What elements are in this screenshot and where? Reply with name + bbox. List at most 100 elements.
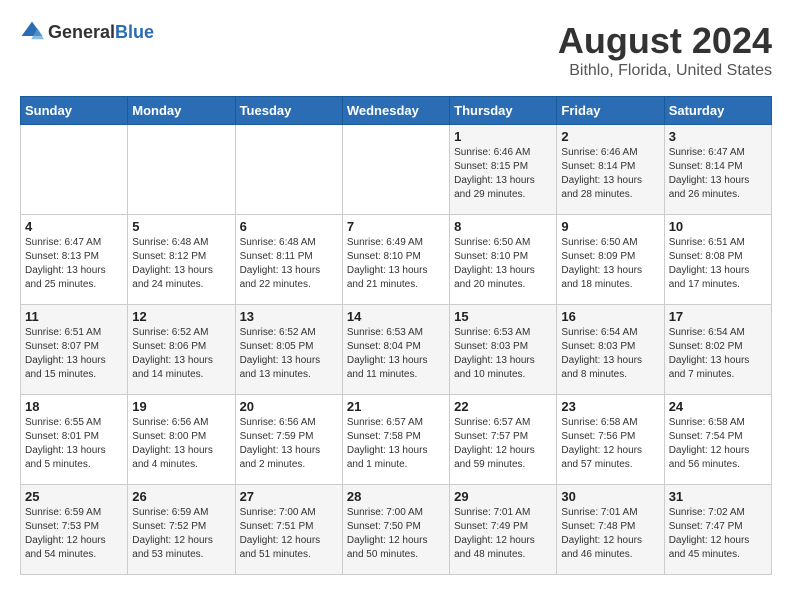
day-cell: 27 Sunrise: 7:00 AM Sunset: 7:51 PM Dayli…	[235, 485, 342, 575]
day-number: 14	[347, 309, 445, 324]
calendar-body: 1 Sunrise: 6:46 AM Sunset: 8:15 PM Daylig…	[21, 125, 772, 575]
day-info: Sunrise: 6:51 AM Sunset: 8:07 PM Dayligh…	[25, 326, 123, 382]
day-number: 13	[240, 309, 338, 324]
day-info: Sunrise: 6:47 AM Sunset: 8:13 PM Dayligh…	[25, 236, 123, 292]
day-cell: 8Sunrise: 6:50 AM Sunset: 8:10 PM Daylig…	[450, 215, 557, 305]
day-cell: 19 Sunrise: 6:56 AM Sunset: 8:00 PM Dayli…	[128, 395, 235, 485]
title-section: August 2024 Bithlo, Florida, United Stat…	[558, 20, 772, 80]
week-row-3: 11 Sunrise: 6:51 AM Sunset: 8:07 PM Dayli…	[21, 305, 772, 395]
day-info: Sunrise: 6:46 AM Sunset: 8:14 PM Dayligh…	[561, 146, 659, 202]
day-info: Sunrise: 6:56 AM Sunset: 7:59 PM Dayligh…	[240, 416, 338, 472]
day-cell: 22 Sunrise: 6:57 AM Sunset: 7:57 PM Dayli…	[450, 395, 557, 485]
day-cell: 21 Sunrise: 6:57 AM Sunset: 7:58 PM Dayli…	[342, 395, 449, 485]
day-number: 10	[669, 219, 767, 234]
day-number: 28	[347, 489, 445, 504]
day-cell: 14 Sunrise: 6:53 AM Sunset: 8:04 PM Dayli…	[342, 305, 449, 395]
day-info: Sunrise: 6:52 AM Sunset: 8:06 PM Dayligh…	[132, 326, 230, 382]
day-number: 24	[669, 399, 767, 414]
header-monday: Monday	[128, 97, 235, 125]
day-number: 15	[454, 309, 552, 324]
day-cell: 12Sunrise: 6:52 AM Sunset: 8:06 PM Dayli…	[128, 305, 235, 395]
day-info: Sunrise: 6:48 AM Sunset: 8:12 PM Dayligh…	[132, 236, 230, 292]
day-cell: 9Sunrise: 6:50 AM Sunset: 8:09 PM Daylig…	[557, 215, 664, 305]
day-cell: 15 Sunrise: 6:53 AM Sunset: 8:03 PM Dayli…	[450, 305, 557, 395]
day-number: 11	[25, 309, 123, 324]
day-info: Sunrise: 6:53 AM Sunset: 8:03 PM Dayligh…	[454, 326, 552, 382]
logo: GeneralBlue	[20, 20, 154, 44]
page-header: GeneralBlue August 2024 Bithlo, Florida,…	[20, 20, 772, 80]
day-info: Sunrise: 6:59 AM Sunset: 7:52 PM Dayligh…	[132, 506, 230, 562]
header-tuesday: Tuesday	[235, 97, 342, 125]
day-info: Sunrise: 6:59 AM Sunset: 7:53 PM Dayligh…	[25, 506, 123, 562]
day-number: 30	[561, 489, 659, 504]
day-number: 27	[240, 489, 338, 504]
day-number: 20	[240, 399, 338, 414]
day-number: 31	[669, 489, 767, 504]
day-cell: 16 Sunrise: 6:54 AM Sunset: 8:03 PM Dayli…	[557, 305, 664, 395]
day-number: 19	[132, 399, 230, 414]
header-row: Sunday Monday Tuesday Wednesday Thursday…	[21, 97, 772, 125]
day-cell: 30 Sunrise: 7:01 AM Sunset: 7:48 PM Dayli…	[557, 485, 664, 575]
day-info: Sunrise: 7:02 AM Sunset: 7:47 PM Dayligh…	[669, 506, 767, 562]
day-info: Sunrise: 6:57 AM Sunset: 7:57 PM Dayligh…	[454, 416, 552, 472]
day-cell: 3 Sunrise: 6:47 AM Sunset: 8:14 PM Daylig…	[664, 125, 771, 215]
day-cell: 17Sunrise: 6:54 AM Sunset: 8:02 PM Dayli…	[664, 305, 771, 395]
day-number: 21	[347, 399, 445, 414]
day-info: Sunrise: 6:52 AM Sunset: 8:05 PM Dayligh…	[240, 326, 338, 382]
day-info: Sunrise: 6:53 AM Sunset: 8:04 PM Dayligh…	[347, 326, 445, 382]
day-cell: 29Sunrise: 7:01 AM Sunset: 7:49 PM Dayli…	[450, 485, 557, 575]
day-cell: 25 Sunrise: 6:59 AM Sunset: 7:53 PM Dayli…	[21, 485, 128, 575]
day-number: 2	[561, 129, 659, 144]
day-info: Sunrise: 6:58 AM Sunset: 7:54 PM Dayligh…	[669, 416, 767, 472]
day-cell: 2 Sunrise: 6:46 AM Sunset: 8:14 PM Daylig…	[557, 125, 664, 215]
header-sunday: Sunday	[21, 97, 128, 125]
day-info: Sunrise: 7:00 AM Sunset: 7:51 PM Dayligh…	[240, 506, 338, 562]
day-info: Sunrise: 7:01 AM Sunset: 7:48 PM Dayligh…	[561, 506, 659, 562]
week-row-5: 25 Sunrise: 6:59 AM Sunset: 7:53 PM Dayli…	[21, 485, 772, 575]
day-cell: 6Sunrise: 6:48 AM Sunset: 8:11 PM Daylig…	[235, 215, 342, 305]
day-cell: 18Sunrise: 6:55 AM Sunset: 8:01 PM Dayli…	[21, 395, 128, 485]
day-info: Sunrise: 6:54 AM Sunset: 8:03 PM Dayligh…	[561, 326, 659, 382]
day-number: 26	[132, 489, 230, 504]
day-number: 25	[25, 489, 123, 504]
day-cell: 20 Sunrise: 6:56 AM Sunset: 7:59 PM Dayli…	[235, 395, 342, 485]
day-cell: 31 Sunrise: 7:02 AM Sunset: 7:47 PM Dayli…	[664, 485, 771, 575]
day-number: 1	[454, 129, 552, 144]
day-cell: 10 Sunrise: 6:51 AM Sunset: 8:08 PM Dayli…	[664, 215, 771, 305]
day-number: 7	[347, 219, 445, 234]
day-info: Sunrise: 7:01 AM Sunset: 7:49 PM Dayligh…	[454, 506, 552, 562]
calendar-subtitle: Bithlo, Florida, United States	[558, 62, 772, 80]
day-number: 17	[669, 309, 767, 324]
week-row-2: 4 Sunrise: 6:47 AM Sunset: 8:13 PM Daylig…	[21, 215, 772, 305]
day-info: Sunrise: 6:46 AM Sunset: 8:15 PM Dayligh…	[454, 146, 552, 202]
day-info: Sunrise: 6:57 AM Sunset: 7:58 PM Dayligh…	[347, 416, 445, 472]
day-cell: 5Sunrise: 6:48 AM Sunset: 8:12 PM Daylig…	[128, 215, 235, 305]
day-number: 4	[25, 219, 123, 234]
day-number: 9	[561, 219, 659, 234]
day-number: 23	[561, 399, 659, 414]
day-cell: 26 Sunrise: 6:59 AM Sunset: 7:52 PM Dayli…	[128, 485, 235, 575]
day-cell: 1 Sunrise: 6:46 AM Sunset: 8:15 PM Daylig…	[450, 125, 557, 215]
day-info: Sunrise: 6:48 AM Sunset: 8:11 PM Dayligh…	[240, 236, 338, 292]
day-info: Sunrise: 6:51 AM Sunset: 8:08 PM Dayligh…	[669, 236, 767, 292]
logo-general: General	[48, 22, 115, 42]
calendar-title: August 2024	[558, 20, 772, 62]
day-number: 18	[25, 399, 123, 414]
day-number: 3	[669, 129, 767, 144]
day-cell: 7 Sunrise: 6:49 AM Sunset: 8:10 PM Daylig…	[342, 215, 449, 305]
logo-text: GeneralBlue	[48, 22, 154, 43]
header-friday: Friday	[557, 97, 664, 125]
day-cell	[21, 125, 128, 215]
day-cell: 24 Sunrise: 6:58 AM Sunset: 7:54 PM Dayli…	[664, 395, 771, 485]
day-number: 16	[561, 309, 659, 324]
day-info: Sunrise: 6:49 AM Sunset: 8:10 PM Dayligh…	[347, 236, 445, 292]
week-row-4: 18Sunrise: 6:55 AM Sunset: 8:01 PM Dayli…	[21, 395, 772, 485]
logo-blue: Blue	[115, 22, 154, 42]
day-cell: 23Sunrise: 6:58 AM Sunset: 7:56 PM Dayli…	[557, 395, 664, 485]
day-number: 22	[454, 399, 552, 414]
day-number: 8	[454, 219, 552, 234]
day-info: Sunrise: 6:56 AM Sunset: 8:00 PM Dayligh…	[132, 416, 230, 472]
day-info: Sunrise: 6:47 AM Sunset: 8:14 PM Dayligh…	[669, 146, 767, 202]
header-saturday: Saturday	[664, 97, 771, 125]
day-cell: 28Sunrise: 7:00 AM Sunset: 7:50 PM Dayli…	[342, 485, 449, 575]
